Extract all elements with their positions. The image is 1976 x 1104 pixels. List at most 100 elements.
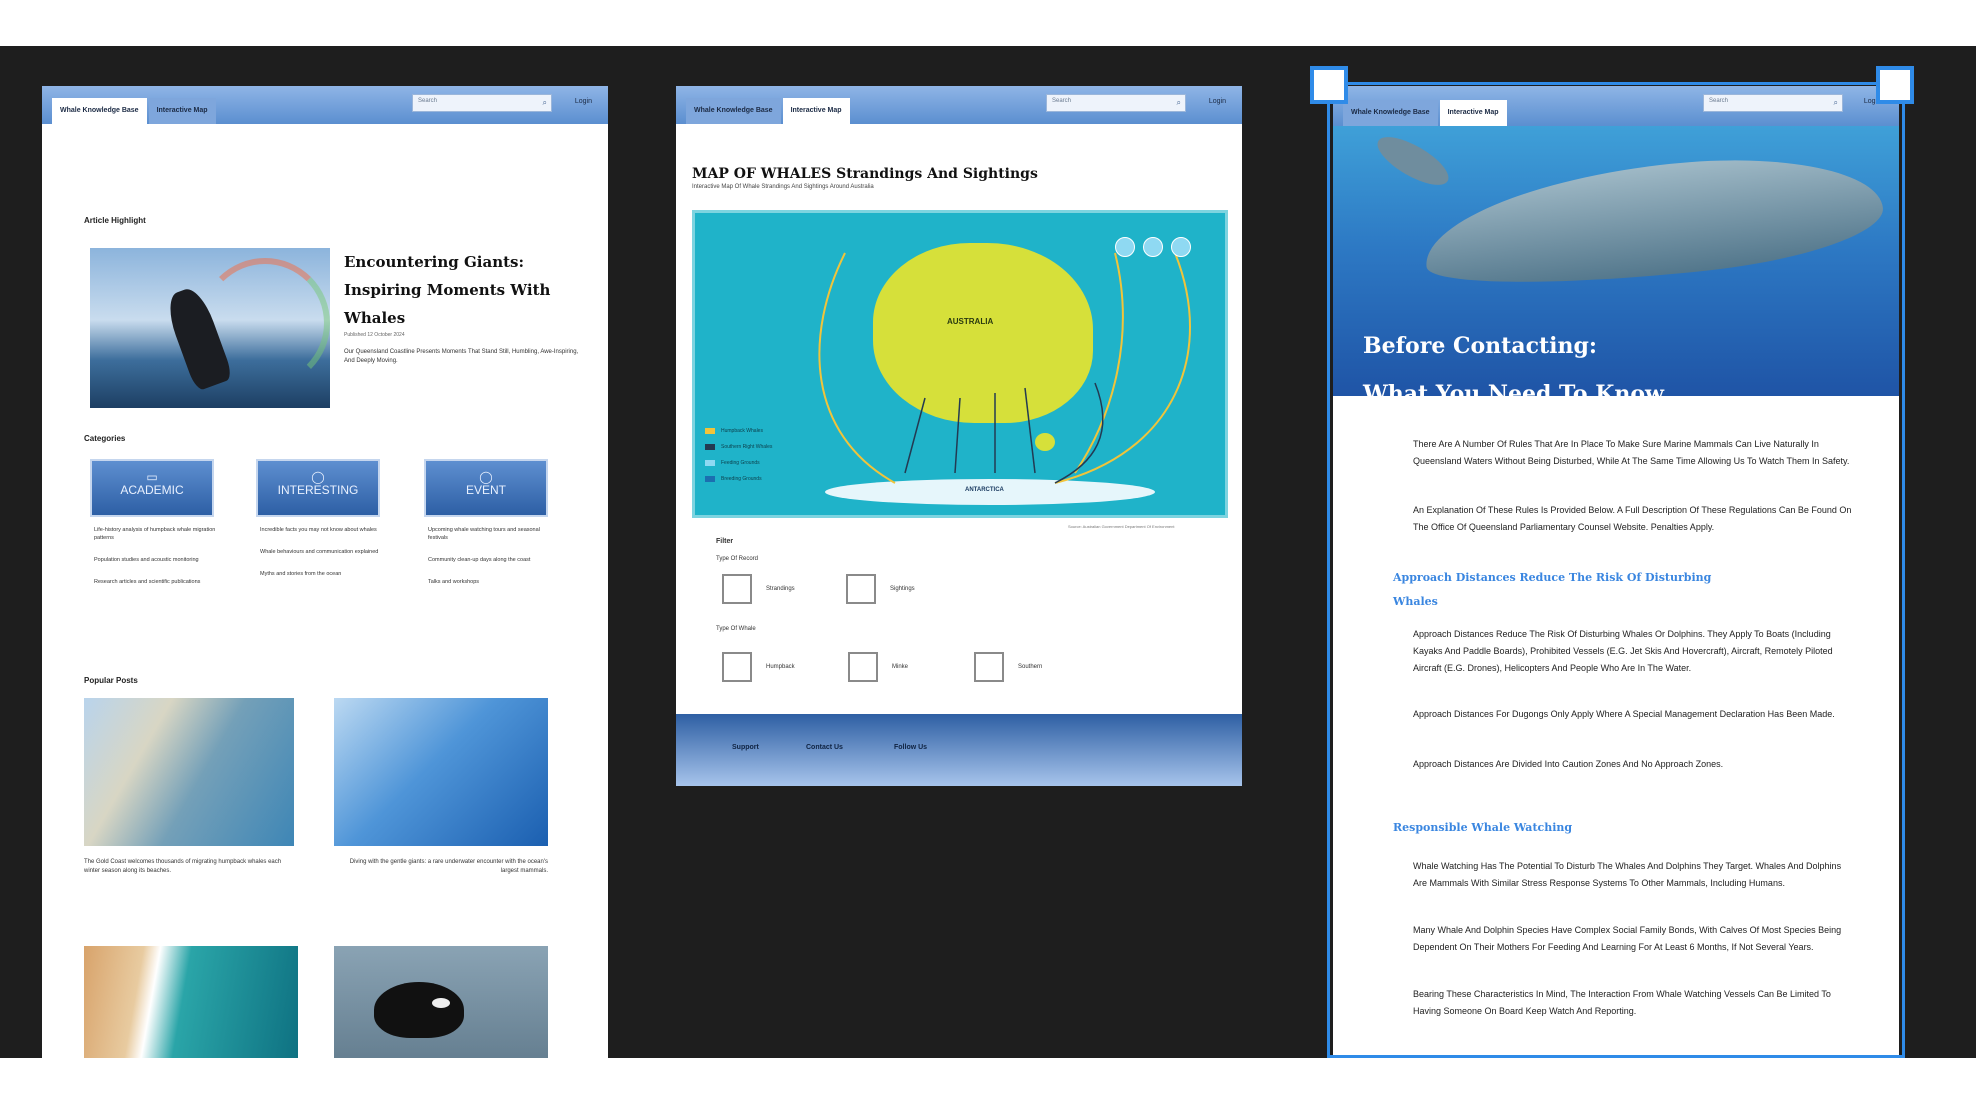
map-legend: Humpback Whales Southern Right Whales Fe…	[705, 423, 772, 487]
search-icon[interactable]: ⌕	[1834, 98, 1838, 108]
southern-checkbox[interactable]	[974, 652, 1004, 682]
paragraph: Approach Distances Are Divided Into Caut…	[1413, 759, 1724, 769]
artboard-home[interactable]: Whale Knowledge Base Interactive Map Sea…	[42, 86, 608, 1058]
paragraph: Approach Distances Reduce The Risk Of Di…	[1413, 629, 1833, 673]
book-icon: ▭	[146, 470, 158, 484]
section-heading-popular: Popular Posts	[84, 676, 138, 685]
humpback-checkbox[interactable]	[722, 652, 752, 682]
bulb-icon: ◯	[311, 470, 325, 484]
search-icon[interactable]: ⌕	[543, 98, 547, 108]
banner-title-line: What You Need To Know	[1363, 381, 1664, 396]
migration-routes	[818, 252, 1191, 484]
category-academic-button[interactable]: ▭ ACADEMIC	[90, 459, 214, 517]
resize-handle-top-left[interactable]	[1310, 66, 1348, 104]
legend-item: Feeding Grounds	[705, 455, 772, 471]
gold-coast-photo[interactable]	[84, 698, 294, 846]
tab-knowledge-base[interactable]: Whale Knowledge Base	[686, 98, 781, 124]
checkbox-label: Sightings	[890, 586, 915, 592]
list-item: Whale behaviours and communication expla…	[260, 549, 379, 555]
map-marker	[1143, 237, 1163, 257]
paragraph: Whale Watching Has The Potential To Dist…	[1413, 861, 1842, 888]
section-heading-highlight: Article Highlight	[84, 216, 146, 225]
search-input[interactable]: Search ⌕	[412, 94, 552, 112]
orca-photo[interactable]	[334, 946, 548, 1058]
category-label: EVENT	[465, 483, 506, 497]
paragraph: An Explanation Of These Rules Is Provide…	[1413, 505, 1852, 532]
banner-title: Before Contacting: What You Need To Know	[1363, 322, 1664, 396]
map-credit: Source: Australian Government Department…	[1068, 524, 1175, 529]
checkbox-label: Minke	[892, 664, 909, 670]
tab-knowledge-base[interactable]: Whale Knowledge Base	[1343, 100, 1438, 126]
whale-tail-shape	[1370, 128, 1456, 194]
search-input[interactable]: Search ⌕	[1703, 94, 1843, 112]
category-academic-list: Life-history analysis of humpback whale …	[94, 526, 218, 600]
hero-article-meta: Published 12 October 2024	[344, 332, 405, 338]
section-heading-responsible: Responsible Whale Watching	[1393, 821, 1573, 834]
search-placeholder: Search	[418, 98, 438, 104]
hero-article-excerpt: Our Queensland Coastline Presents Moment…	[344, 349, 579, 364]
artboard-map[interactable]: Whale Knowledge Base Interactive Map Sea…	[676, 86, 1242, 786]
filter-heading: Filter	[716, 538, 734, 545]
whale-shape	[1418, 142, 1888, 300]
whale-migration-map[interactable]: AUSTRALIA ANTARCTICA Humpback Whales Sou…	[692, 210, 1228, 518]
tab-interactive-map[interactable]: Interactive Map	[782, 98, 850, 124]
search-input[interactable]: Search ⌕	[1046, 94, 1186, 112]
section-heading-categories: Categories	[84, 434, 126, 443]
category-event-button[interactable]: ◯ EVENT	[424, 459, 548, 517]
list-item: Community clean-up days along the coast	[428, 557, 531, 563]
legend-swatch	[705, 475, 715, 482]
tab-interactive-map[interactable]: Interactive Map	[1439, 100, 1507, 126]
category-event-list: Upcoming whale watching tours and season…	[428, 526, 552, 600]
design-canvas: Whale Knowledge Base Interactive Map Sea…	[0, 46, 1976, 1058]
category-label: ACADEMIC	[120, 483, 184, 497]
map-marker	[1171, 237, 1191, 257]
search-placeholder: Search	[1709, 98, 1729, 104]
tab-interactive-map[interactable]: Interactive Map	[148, 98, 216, 124]
paragraph: There Are A Number Of Rules That Are In …	[1413, 439, 1850, 466]
paragraph: Many Whale And Dolphin Species Have Comp…	[1413, 925, 1842, 952]
strandings-checkbox[interactable]	[722, 574, 752, 604]
map-marker	[1115, 237, 1135, 257]
checkbox-label: Humpback	[766, 664, 795, 670]
hero-banner: Before Contacting: What You Need To Know	[1333, 126, 1899, 396]
footer-link-support[interactable]: Support	[732, 744, 759, 751]
popular-caption: The Gold Coast welcomes thousands of mig…	[84, 859, 282, 874]
category-interesting-button[interactable]: ◯ INTERESTING	[256, 459, 380, 517]
popular-caption: Diving with the gentle giants: a rare un…	[349, 859, 548, 874]
resize-handle-top-right[interactable]	[1876, 66, 1914, 104]
category-interesting-list: Incredible facts you may not know about …	[260, 526, 384, 592]
event-icon: ◯	[479, 470, 493, 484]
paragraph: Bearing These Characteristics In Mind, T…	[1413, 989, 1831, 1016]
legend-swatch	[705, 427, 715, 434]
sightings-checkbox[interactable]	[846, 574, 876, 604]
login-link[interactable]: Login	[575, 98, 592, 105]
list-item: Research articles and scientific publica…	[94, 579, 201, 585]
hero-whale-rainbow-image[interactable]	[90, 248, 330, 408]
footer-link-contact[interactable]: Contact Us	[806, 744, 843, 751]
top-nav: Whale Knowledge Base Interactive Map Sea…	[676, 86, 1242, 124]
diver-photo[interactable]	[334, 698, 548, 846]
beach-aerial-photo[interactable]	[84, 946, 298, 1058]
footer-link-follow[interactable]: Follow Us	[894, 744, 927, 751]
top-nav: Whale Knowledge Base Interactive Map Sea…	[1333, 86, 1899, 126]
list-item: Talks and workshops	[428, 579, 480, 585]
legend-label: Feeding Grounds	[721, 460, 760, 466]
filter-group-label: Type Of Whale	[716, 626, 756, 632]
top-nav: Whale Knowledge Base Interactive Map Sea…	[42, 86, 608, 124]
list-item: Incredible facts you may not know about …	[260, 527, 377, 533]
page-title: MAP OF WHALES Strandings And Sightings	[692, 166, 1038, 182]
checkbox-label: Southern	[1018, 664, 1043, 670]
hero-article-title[interactable]: Encountering Giants: Inspiring Moments W…	[344, 248, 580, 332]
section-heading-approach: Approach Distances Reduce The Risk Of Di…	[1393, 571, 1712, 608]
search-icon[interactable]: ⌕	[1177, 98, 1181, 108]
tab-knowledge-base[interactable]: Whale Knowledge Base	[52, 98, 147, 124]
login-link[interactable]: Login	[1209, 98, 1226, 105]
list-item: Upcoming whale watching tours and season…	[428, 527, 540, 541]
legend-label: Breeding Grounds	[721, 476, 762, 482]
footer: Support Contact Us Follow Us	[676, 714, 1242, 786]
search-placeholder: Search	[1052, 98, 1072, 104]
minke-checkbox[interactable]	[848, 652, 878, 682]
artboard-guidelines[interactable]: Whale Knowledge Base Interactive Map Sea…	[1333, 86, 1899, 1058]
orca-shape	[374, 982, 464, 1038]
list-item: Life-history analysis of humpback whale …	[94, 527, 216, 541]
